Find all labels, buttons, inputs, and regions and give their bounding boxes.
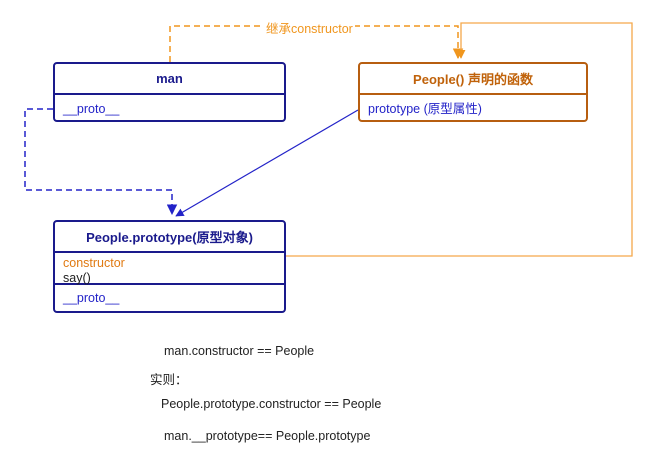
note-line-3: People.prototype.constructor == People bbox=[161, 397, 382, 411]
people-prototype-proto-field: __proto__ bbox=[63, 291, 120, 305]
constructor-back-edge bbox=[286, 22, 633, 257]
prototype-edge bbox=[175, 109, 359, 217]
note-line-2: 实则： bbox=[150, 373, 188, 387]
man-proto-field: __proto__ bbox=[63, 102, 120, 116]
constructor-field: constructor bbox=[63, 256, 125, 270]
prototype-field: prototype (原型属性) bbox=[368, 102, 482, 116]
people-prototype-node: People.prototype(原型对象) constructor say()… bbox=[53, 220, 286, 313]
man-title: man bbox=[156, 71, 183, 86]
note-line-1: man.constructor == People bbox=[164, 344, 315, 358]
people-prototype-title: People.prototype(原型对象) bbox=[86, 230, 253, 245]
man-node: man __proto__ bbox=[53, 62, 286, 122]
note-line-4: man.__prototype== People.prototype bbox=[164, 429, 371, 443]
people-function-title: People() 声明的函数 bbox=[413, 72, 533, 87]
people-function-node: People() 声明的函数 prototype (原型属性) bbox=[358, 62, 588, 122]
proto-dashed-edge bbox=[24, 108, 178, 216]
inherit-constructor-label: 继承constructor bbox=[264, 18, 355, 37]
